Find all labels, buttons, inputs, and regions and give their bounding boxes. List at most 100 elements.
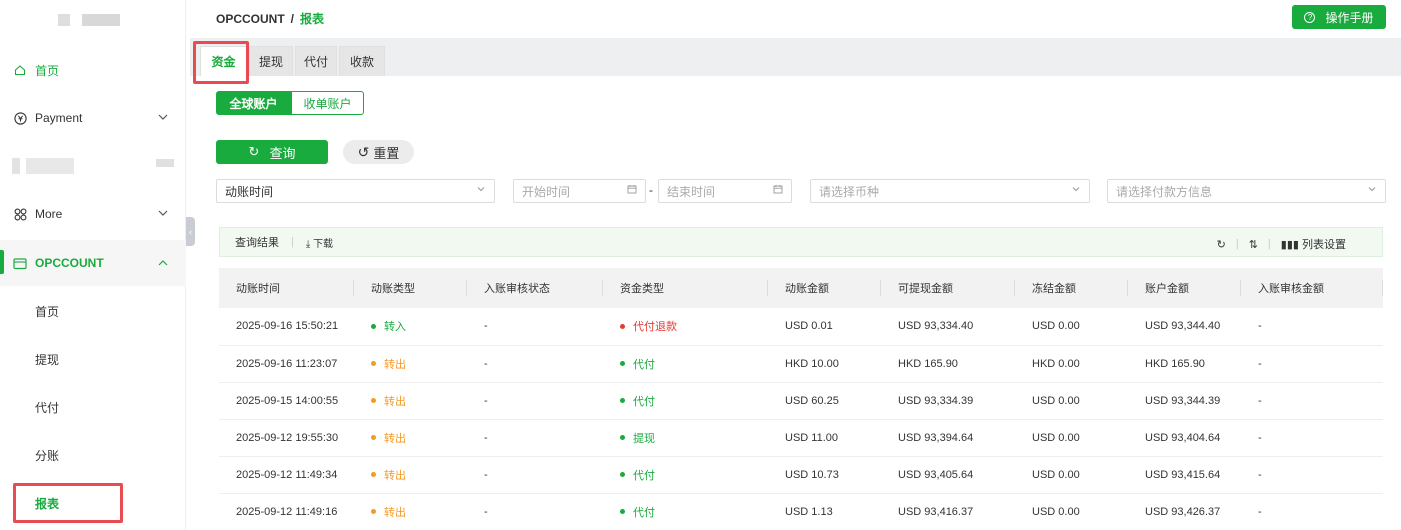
table-cell-frozen: USD 0.00 [1015,456,1128,494]
submenu-item-home[interactable]: 首页 [35,303,59,320]
status-dot [620,435,625,441]
breadcrumb-root[interactable]: OPCCOUNT [216,12,285,26]
end-date-input[interactable]: 结束时间 [658,179,792,203]
submenu-item-withdraw[interactable]: 提现 [35,351,59,368]
table-cell-type: 转出 [354,345,467,383]
column-header-label: 动账类型 [371,283,415,295]
status-dot [620,509,625,515]
sidebar-item-payment[interactable]: Payment [0,98,186,138]
breadcrumb: OPCCOUNT / 报表 [216,10,324,27]
table-cell-withdrawable: USD 93,334.40 [881,308,1015,346]
table-cell-fund: 代付 [603,345,768,383]
table-cell-audit: - [467,345,603,383]
time-type-select[interactable]: 动账时间 [216,179,495,203]
currency-select[interactable]: 请选择币种 [810,179,1090,203]
start-date-input[interactable]: 开始时间 [513,179,646,203]
table-cell-frozen: USD 0.00 [1015,419,1128,457]
column-header[interactable]: 冻结金额 [1015,268,1128,308]
status-text: 代付 [633,469,655,482]
column-header[interactable]: 资金类型 [603,268,768,308]
table-cell-time: 2025-09-16 15:50:21 [219,308,354,346]
column-settings-button[interactable]: ▮▮▮ 列表设置 [1281,236,1346,252]
account-switch: 全球账户 收单账户 [216,91,364,115]
table-cell-amount: USD 1.13 [768,493,881,530]
reset-button[interactable]: ↺ 重置 [343,140,414,164]
global-account-button[interactable]: 全球账户 [216,91,291,115]
sidebar-item-more[interactable]: More [0,194,186,234]
status-text: 转出 [384,358,406,371]
status-text: 提现 [633,432,655,445]
submenu-item-payout[interactable]: 代付 [35,399,59,416]
chevron-up-icon [158,260,168,266]
home-icon [13,63,27,77]
wallet-icon [13,256,27,270]
table-cell-audit: - [467,419,603,457]
column-header[interactable]: 动账金额 [768,268,881,308]
status-dot [371,435,376,441]
table-row[interactable]: 2025-09-12 11:49:16 转出 - 代付 USD 1.13 USD 93,4… [219,493,1383,530]
table-row[interactable]: 2025-09-15 14:00:55 转出 - 代付 USD 60.25 USD 93,… [219,382,1383,420]
status-text: 转出 [384,506,406,519]
column-header[interactable]: 动账时间 [219,268,354,308]
tab-withdraw[interactable]: 提现 [249,46,293,76]
manual-button[interactable]: ? 操作手册 [1292,5,1386,29]
download-icon: ⤓ [305,238,314,250]
tab-collection[interactable]: 收款 [339,46,385,76]
refresh-table-icon[interactable]: ↻ [1217,238,1226,251]
status-text: 代付 [633,358,655,371]
payer-info-select[interactable]: 请选择付款方信息 [1107,179,1386,203]
status-text: 代付 [633,506,655,519]
blurred-menu-item-tail [156,159,174,167]
column-header-label: 账户金额 [1145,283,1189,295]
column-divider [1382,280,1383,296]
sidebar-item-home[interactable]: 首页 [0,50,186,90]
column-header-label: 动账金额 [785,283,829,295]
query-button[interactable]: ↻ 查询 [216,140,328,164]
breadcrumb-separator: / [290,12,295,26]
start-date-placeholder: 开始时间 [522,184,571,199]
table-row[interactable]: 2025-09-12 11:49:34 转出 - 代付 USD 10.73 USD 93,… [219,456,1383,494]
active-indicator [0,250,4,274]
sidebar-collapse-handle[interactable]: ‹ [186,217,195,246]
chevron-down-icon [1367,184,1377,197]
tab-payout[interactable]: 代付 [295,46,337,76]
status-dot [620,361,625,367]
column-header-label: 入账审核状态 [484,283,550,295]
density-icon[interactable]: ⇅ [1249,238,1258,251]
sidebar: 首页 Payment More OPCCOUNT 首页 提现 代付 分账 报表 [0,0,186,530]
table-row[interactable]: 2025-09-16 15:50:21 转入 - 代付退款 USD 0.01 USD 93… [219,308,1383,346]
table-cell-time: 2025-09-12 11:49:16 [219,493,354,530]
table-cell-withdrawable: USD 93,405.64 [881,456,1015,494]
status-dot [371,509,376,515]
main-content: OPCCOUNT / 报表 ? 操作手册 资金 提现 代付 收款 全球账户 收单账户… [190,0,1401,530]
download-button[interactable]: ⤓ 下载 [306,235,333,250]
reset-icon: ↺ [357,143,370,160]
column-header[interactable]: 动账类型 [354,268,467,308]
chevron-down-icon [476,184,486,197]
status-dot [371,361,376,367]
column-header[interactable]: 入账审核金额 [1241,268,1383,308]
reset-button-label: 重置 [373,145,400,161]
table-cell-audit: - [467,493,603,530]
table-cell-amount: USD 10.73 [768,456,881,494]
table-row[interactable]: 2025-09-12 19:55:30 转出 - 提现 USD 11.00 USD 93,… [219,419,1383,457]
sidebar-item-opccount[interactable]: OPCCOUNT [0,240,186,286]
column-header[interactable]: 入账审核状态 [467,268,603,308]
table-cell-frozen: HKD 0.00 [1015,345,1128,383]
submenu-item-split[interactable]: 分账 [35,447,59,464]
column-header[interactable]: 账户金额 [1128,268,1241,308]
table-row[interactable]: 2025-09-16 11:23:07 转出 - 代付 HKD 10.00 HKD 165… [219,345,1383,383]
chevron-down-icon [1071,184,1081,197]
chevron-down-icon [158,210,168,216]
table-cell-balance: USD 93,415.64 [1128,456,1241,494]
help-icon: ? [1304,11,1316,23]
acquiring-account-button[interactable]: 收单账户 [291,91,364,115]
table-cell-audit: - [467,382,603,420]
toolbar-right: ↻ | ⇅ | ▮▮▮ 列表设置 [1217,236,1346,252]
column-header[interactable]: 可提现金额 [881,268,1015,308]
table-cell-withdrawable: USD 93,334.39 [881,382,1015,420]
table-cell-balance: USD 93,344.39 [1128,382,1241,420]
highlight-box-report [13,483,123,523]
table-cell-frozen: USD 0.00 [1015,308,1128,346]
status-dot [620,323,625,329]
